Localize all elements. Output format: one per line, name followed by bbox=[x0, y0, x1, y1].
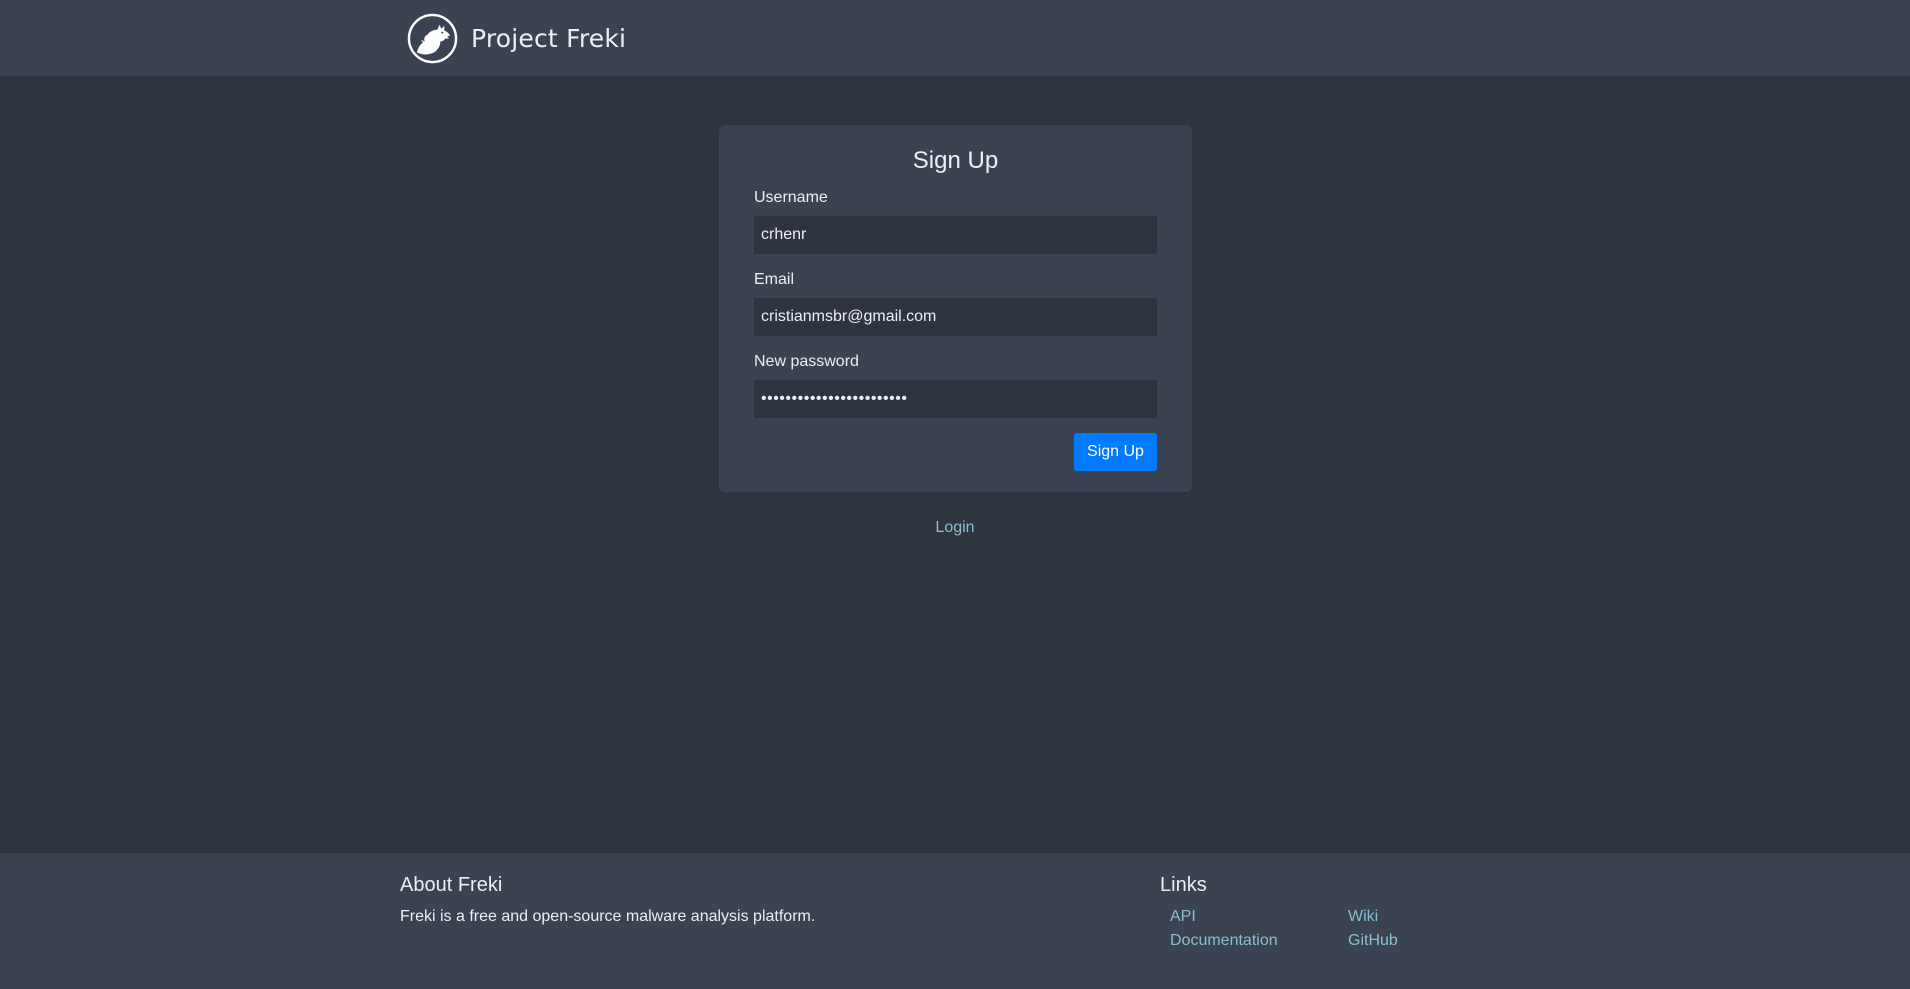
signup-card: Sign Up Username Email New password Sign… bbox=[719, 125, 1192, 492]
password-label: New password bbox=[754, 353, 859, 370]
username-label: Username bbox=[754, 189, 828, 206]
footer-link-documentation[interactable]: Documentation bbox=[1170, 932, 1278, 950]
password-input[interactable] bbox=[754, 380, 1157, 418]
footer-links-title: Links bbox=[1160, 874, 1207, 896]
email-input[interactable] bbox=[754, 298, 1157, 336]
email-label: Email bbox=[754, 271, 795, 288]
brand-link[interactable]: Project Freki bbox=[407, 12, 626, 64]
footer-link-github[interactable]: GitHub bbox=[1348, 932, 1398, 950]
footer-about-text: Freki is a free and open-source malware … bbox=[400, 908, 816, 925]
signup-button[interactable]: Sign Up bbox=[1074, 433, 1157, 471]
footer-link-api[interactable]: API bbox=[1170, 908, 1196, 926]
username-input[interactable] bbox=[754, 216, 1157, 254]
login-link[interactable]: Login bbox=[0, 519, 1910, 537]
navbar: Project Freki bbox=[0, 0, 1910, 76]
card-title: Sign Up bbox=[912, 147, 999, 174]
footer-link-wiki[interactable]: Wiki bbox=[1348, 908, 1378, 926]
wolf-logo-icon bbox=[407, 13, 458, 63]
footer-about-title: About Freki bbox=[400, 874, 503, 896]
brand-title: Project Freki bbox=[471, 23, 627, 53]
footer: About Freki Freki is a free and open-sou… bbox=[0, 853, 1910, 989]
